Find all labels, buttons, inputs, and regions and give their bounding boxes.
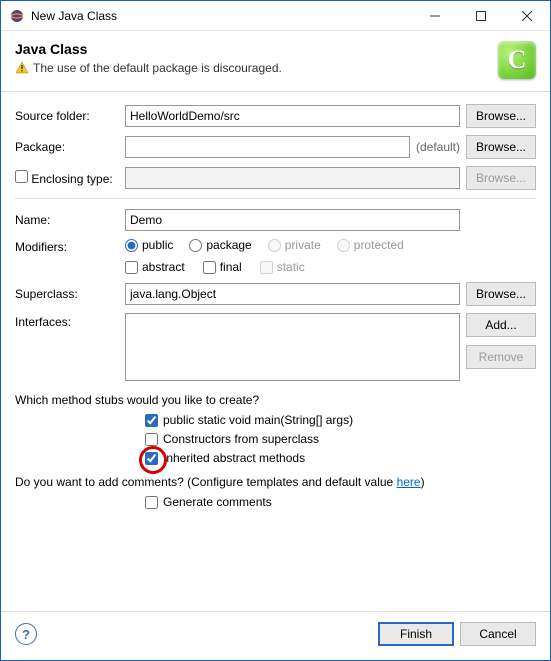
modifier-checks: abstract final static xyxy=(125,260,305,274)
comments-question: Do you want to add comments? (Configure … xyxy=(15,475,536,489)
generate-comments-check[interactable]: Generate comments xyxy=(145,495,536,509)
titlebar: New Java Class xyxy=(1,1,550,31)
browse-package-button[interactable]: Browse... xyxy=(466,135,536,159)
window-title: New Java Class xyxy=(31,9,412,23)
eclipse-icon xyxy=(9,8,25,24)
stubs-question: Which method stubs would you like to cre… xyxy=(15,393,536,407)
enclosing-type-check[interactable]: Enclosing type: xyxy=(15,170,119,186)
package-default-text: (default) xyxy=(416,140,460,154)
modifier-public[interactable]: public xyxy=(125,238,173,252)
cancel-button[interactable]: Cancel xyxy=(460,622,536,646)
minimize-button[interactable] xyxy=(412,1,458,30)
browse-source-button[interactable]: Browse... xyxy=(466,104,536,128)
name-input[interactable] xyxy=(125,209,460,231)
interfaces-label: Interfaces: xyxy=(15,313,119,329)
stub-inherited-check[interactable]: Inherited abstract methods xyxy=(145,451,536,465)
maximize-button[interactable] xyxy=(458,1,504,30)
modifiers-label: Modifiers: xyxy=(15,238,119,254)
superclass-label: Superclass: xyxy=(15,287,119,301)
source-folder-input[interactable] xyxy=(125,105,460,127)
help-icon[interactable]: ? xyxy=(15,623,37,645)
modifier-package[interactable]: package xyxy=(189,238,251,252)
warning-icon xyxy=(15,61,29,75)
package-label: Package: xyxy=(15,140,119,154)
browse-enclosing-button: Browse... xyxy=(466,166,536,190)
modifier-static: static xyxy=(260,260,305,274)
dialog-content: Source folder: Browse... Package: (defau… xyxy=(1,92,550,611)
name-label: Name: xyxy=(15,213,119,227)
finish-button[interactable]: Finish xyxy=(378,622,454,646)
modifier-abstract[interactable]: abstract xyxy=(125,260,185,274)
stub-main-check[interactable]: public static void main(String[] args) xyxy=(145,413,536,427)
banner-warning: The use of the default package is discou… xyxy=(15,61,498,75)
superclass-input[interactable] xyxy=(125,283,460,305)
modifier-private: private xyxy=(268,238,321,252)
class-icon: C xyxy=(498,41,536,79)
modifier-final[interactable]: final xyxy=(203,260,242,274)
browse-superclass-button[interactable]: Browse... xyxy=(466,282,536,306)
stub-constructors-check[interactable]: Constructors from superclass xyxy=(145,432,536,446)
dialog-window: New Java Class Java Class The use of the… xyxy=(0,0,551,661)
add-interface-button[interactable]: Add... xyxy=(466,313,536,337)
interfaces-list[interactable] xyxy=(125,313,460,381)
banner-warning-text: The use of the default package is discou… xyxy=(33,61,282,75)
enclosing-type-input xyxy=(125,167,460,189)
stubs-checks: public static void main(String[] args) C… xyxy=(145,413,536,465)
close-button[interactable] xyxy=(504,1,550,30)
configure-templates-link[interactable]: here xyxy=(397,475,421,489)
package-input[interactable] xyxy=(125,136,410,158)
window-controls xyxy=(412,1,550,30)
banner-title: Java Class xyxy=(15,41,498,57)
modifier-protected: protected xyxy=(337,238,404,252)
source-folder-label: Source folder: xyxy=(15,109,119,123)
remove-interface-button: Remove xyxy=(466,345,536,369)
visibility-radio-group: public package private protected xyxy=(125,238,404,252)
dialog-footer: ? Finish Cancel xyxy=(1,611,550,660)
banner-text: Java Class The use of the default packag… xyxy=(15,41,498,75)
banner: Java Class The use of the default packag… xyxy=(1,31,550,92)
enclosing-type-checkbox[interactable] xyxy=(15,170,28,183)
comments-checks: Generate comments xyxy=(145,495,536,509)
divider xyxy=(15,198,536,199)
